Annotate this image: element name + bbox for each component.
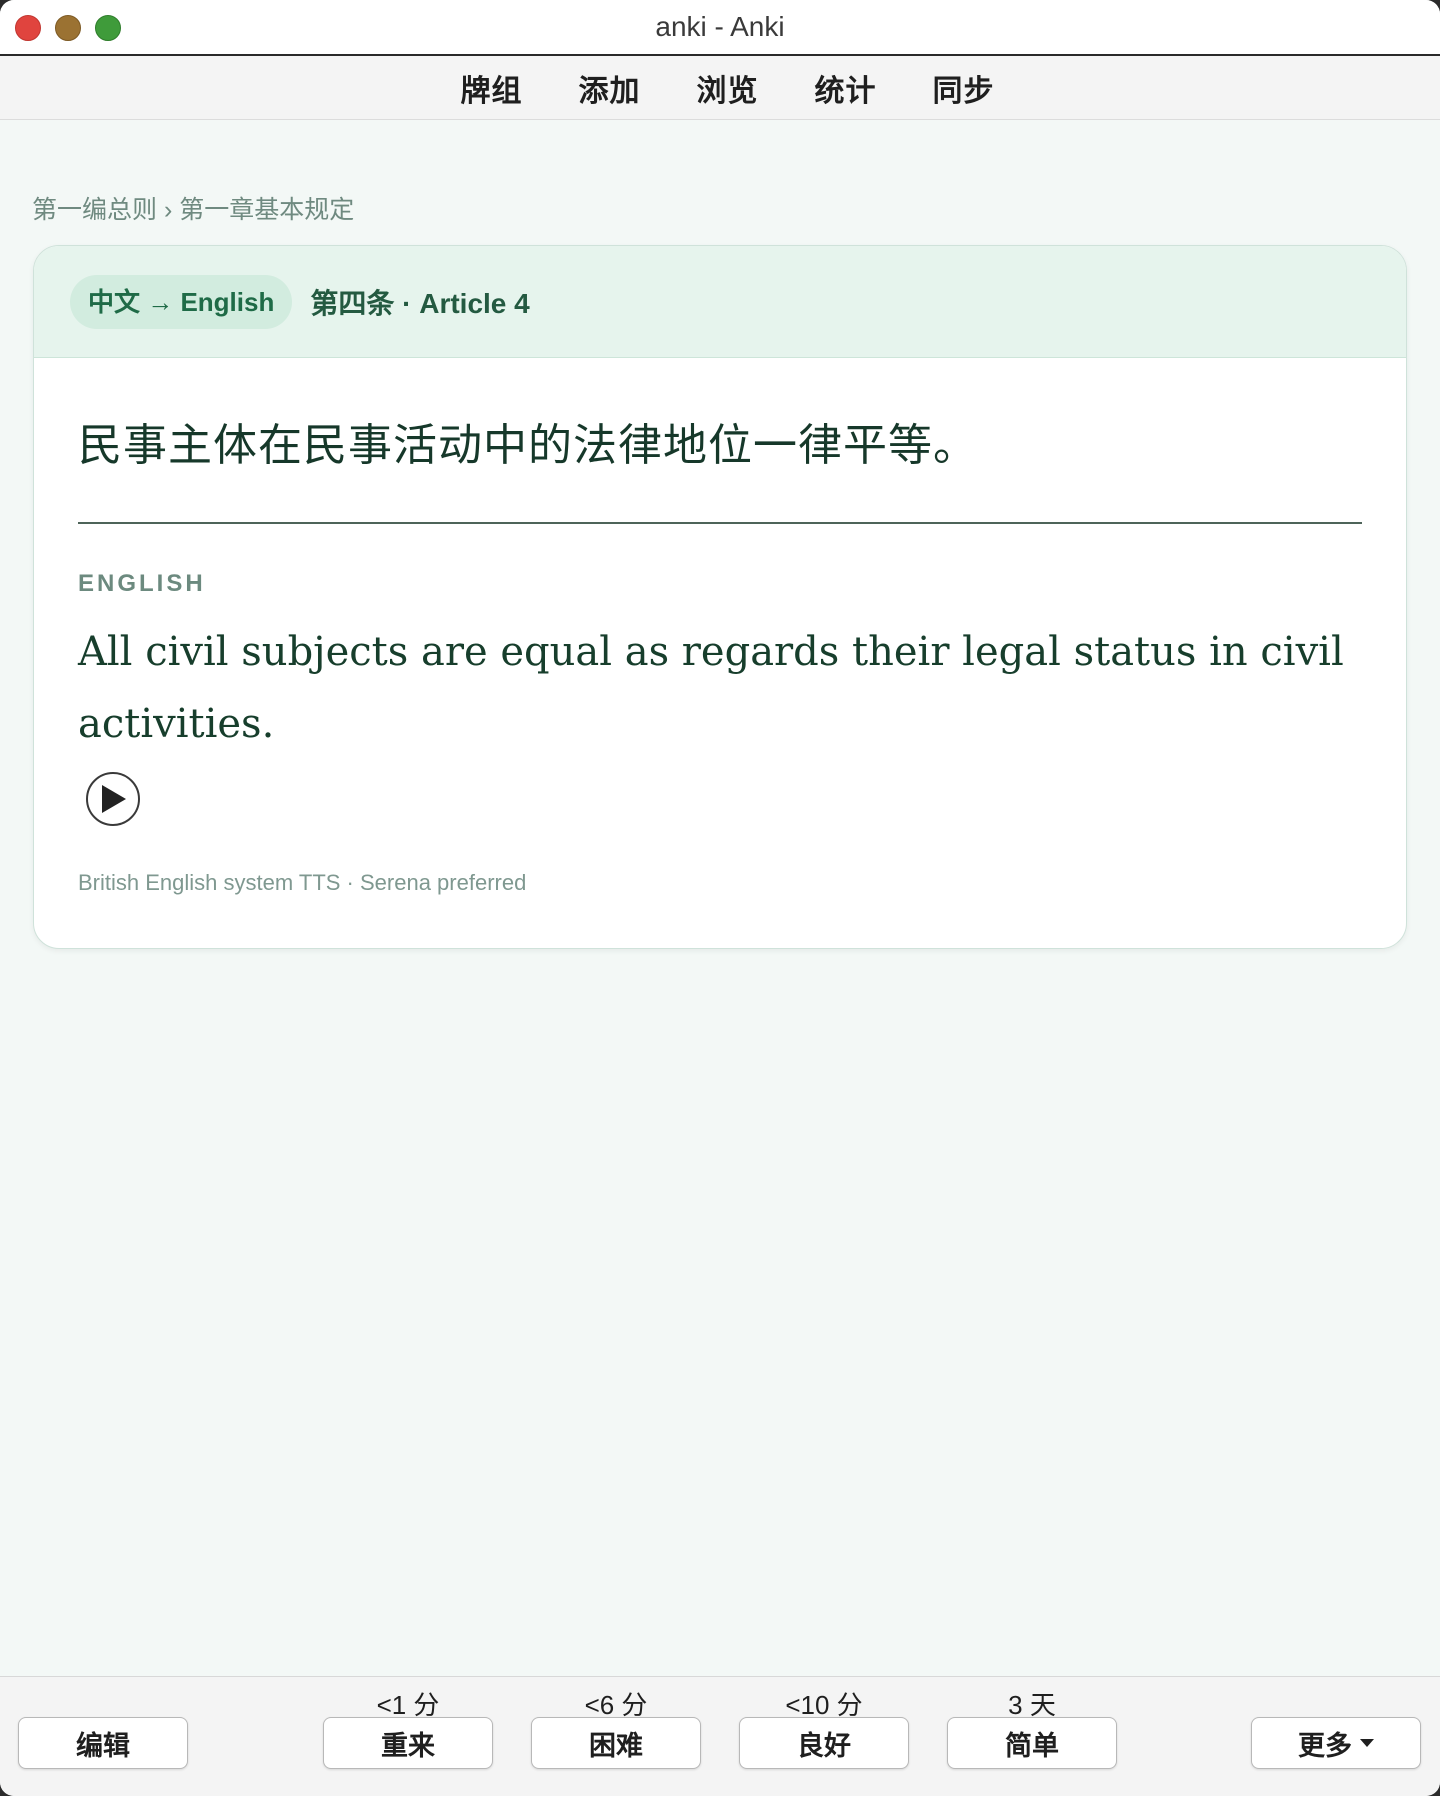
easy-button[interactable]: 简单 [947,1717,1117,1769]
english-section-label: ENGLISH [78,570,206,597]
more-button-label: 更多 [1298,1730,1352,1761]
article-label: 第四条 · Article 4 [310,287,530,319]
play-audio-button[interactable] [86,772,140,826]
anki-window: anki - Anki 牌组 添加 浏览 统计 同步 第一编总则 › 第一章基本… [0,0,1440,1796]
hard-button[interactable]: 困难 [531,1717,701,1769]
breadcrumb: 第一编总则 › 第一章基本规定 [32,196,355,224]
again-button[interactable]: 重来 [323,1717,493,1769]
play-icon [102,785,126,813]
card-body: 民事主体在民事活动中的法律地位一律平等。 ENGLISH All civil s… [34,414,1406,896]
chinese-text: 民事主体在民事活动中的法律地位一律平等。 [78,421,978,470]
toolbar-browse[interactable]: 浏览 [697,66,759,110]
edit-button[interactable]: 编辑 [18,1717,188,1769]
more-button[interactable]: 更多 [1251,1717,1421,1769]
english-text: All civil subjects are equal as regards … [78,629,1344,747]
direction-pill: 中文 → English [70,274,293,329]
toolbar-add[interactable]: 添加 [579,66,641,110]
title-bar: anki - Anki [0,0,1440,56]
flashcard: 中文 → English 第四条 · Article 4 民事主体在民事活动中的… [33,245,1407,949]
good-button[interactable]: 良好 [739,1717,909,1769]
card-header: 中文 → English 第四条 · Article 4 [34,246,1406,358]
toolbar-decks[interactable]: 牌组 [461,66,523,110]
toolbar-stats[interactable]: 统计 [815,66,877,110]
window-title: anki - Anki [655,11,785,42]
tts-note: British English system TTS · Serena pref… [78,870,527,895]
main-toolbar: 牌组 添加 浏览 统计 同步 [0,56,1440,120]
chevron-down-icon [1360,1739,1374,1747]
answer-divider [78,522,1362,524]
review-bottom-bar: 编辑 <1 分 重来 <6 分 困难 <10 分 良好 3 天 简单 更多 [0,1676,1440,1796]
toolbar-sync[interactable]: 同步 [933,66,995,110]
